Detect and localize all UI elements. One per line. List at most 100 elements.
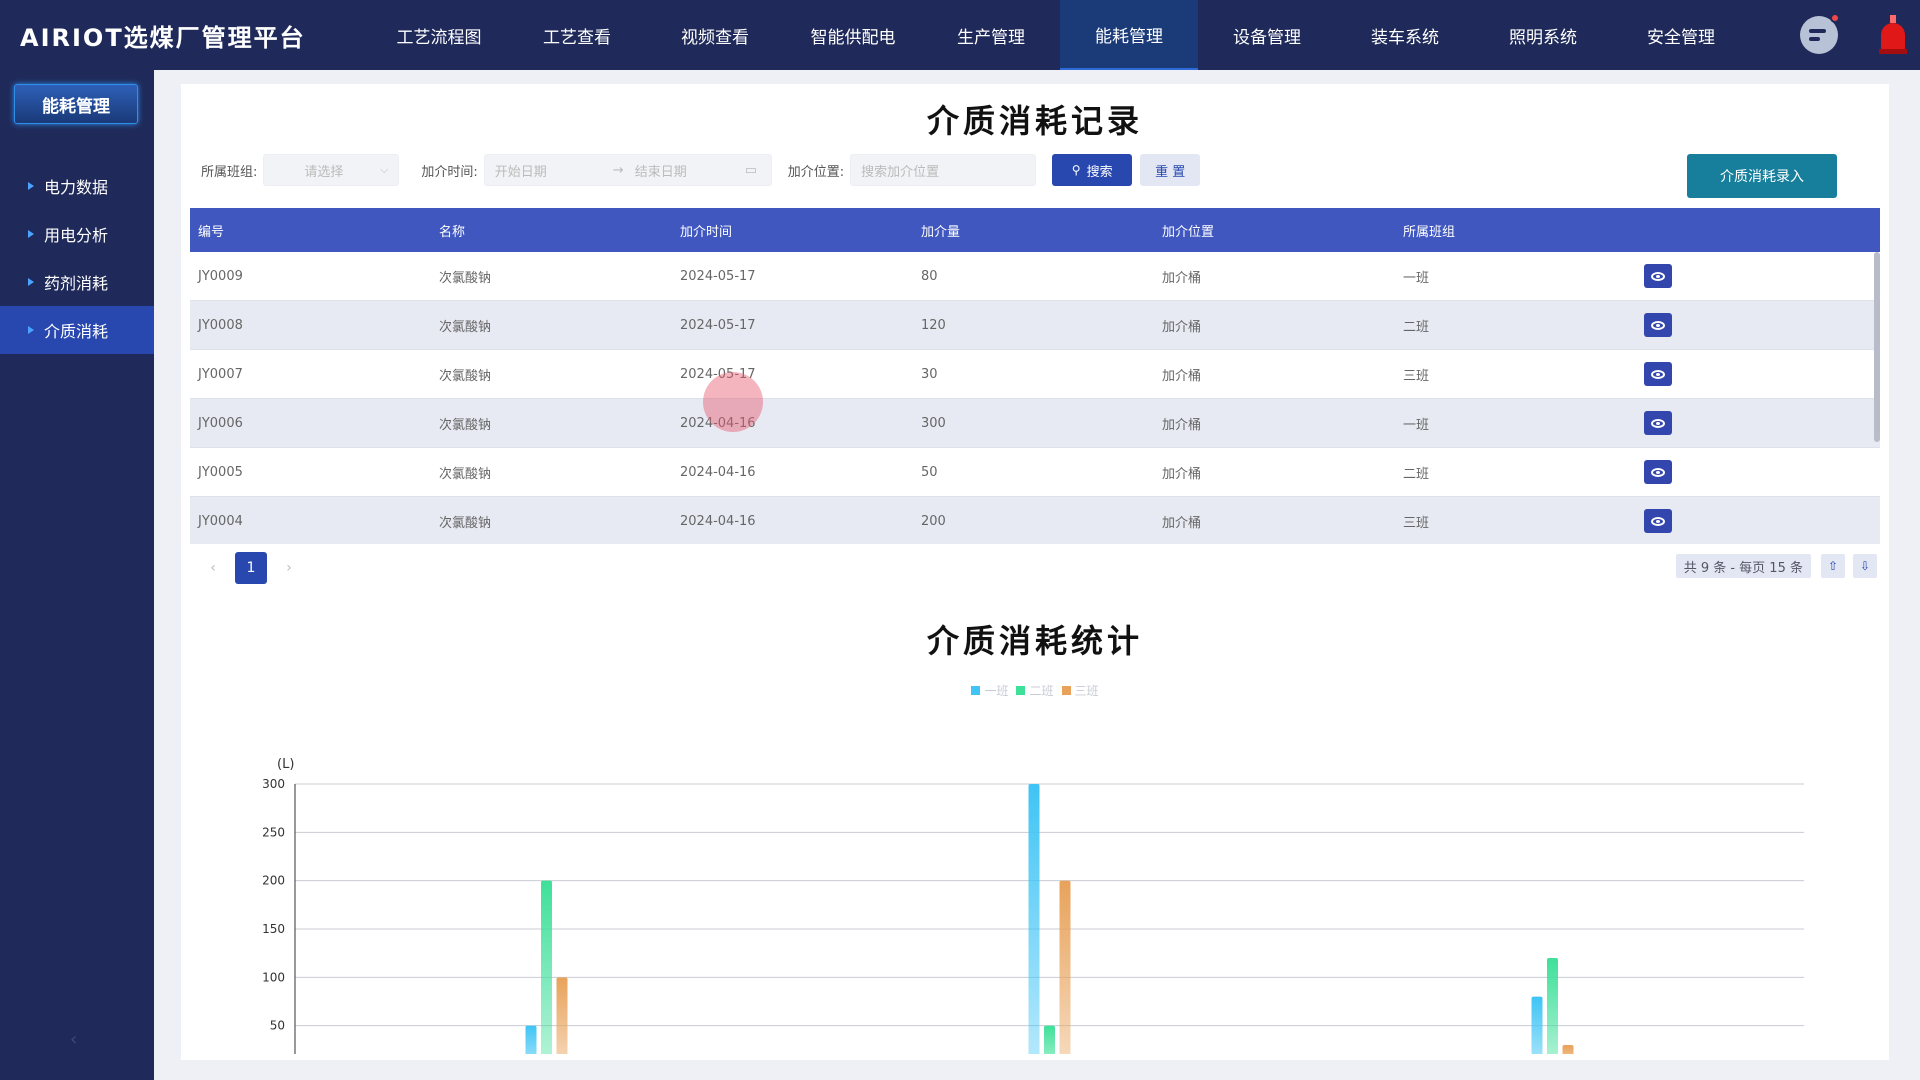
bar-三班-2024-04-15 <box>556 977 568 1054</box>
message-icon[interactable] <box>1800 13 1840 54</box>
column-header: 加介位置 <box>1162 224 1215 240</box>
bar-一班-2024-05-17 <box>1531 996 1543 1054</box>
view-button[interactable] <box>1644 411 1672 435</box>
y-tick-label: 150 <box>262 922 285 936</box>
table-cell: 次氯酸钠 <box>439 319 492 335</box>
table-row[interactable]: JY0005 次氯酸钠 2024-04-16 50 加介桶 二班 <box>190 448 1880 497</box>
table-cell: 2024-04-16 <box>680 513 756 529</box>
sidebar-item-label: 电力数据 <box>44 178 109 197</box>
column-header: 加介量 <box>921 224 961 240</box>
export-icon[interactable]: ⇧ <box>1821 554 1845 578</box>
add-consumption-button[interactable]: 介质消耗录入 <box>1687 154 1837 198</box>
bar-二班-2024-05-17 <box>1547 958 1558 1054</box>
nav-item-7[interactable]: 装车系统 <box>1336 0 1474 70</box>
table-row[interactable]: JY0008 次氯酸钠 2024-05-17 120 加介桶 二班 <box>190 301 1880 350</box>
consumption-table: 编号 名称 加介时间 加介量 加介位置 所属班组 JY0009 次氯酸钠 2024-05-17… <box>190 208 1880 544</box>
pagination: ‹ 1 › <box>201 552 301 584</box>
legend-label: 二班 <box>1029 684 1054 698</box>
prev-page-icon[interactable]: ‹ <box>201 560 225 576</box>
table-cell-action <box>1636 509 1877 533</box>
table-cell: 三班 <box>1403 515 1430 531</box>
reset-button[interactable]: 重 置 <box>1140 154 1201 186</box>
alarm-light-icon[interactable] <box>1879 15 1907 55</box>
eye-icon <box>1651 369 1665 379</box>
cursor-highlight <box>703 372 763 432</box>
nav-item-3[interactable]: 智能供配电 <box>784 0 922 70</box>
legend-item[interactable]: 二班 <box>1016 682 1054 699</box>
sidebar-item-0[interactable]: 电力数据 <box>0 162 154 210</box>
legend-item[interactable]: 三班 <box>1061 682 1099 699</box>
page-number-button[interactable]: 1 <box>235 552 267 584</box>
chart-title: 介质消耗统计 <box>926 622 1143 660</box>
collapse-sidebar-icon[interactable]: ‹ <box>70 1029 77 1050</box>
table-cell: 次氯酸钠 <box>439 417 492 433</box>
table-cell: 2024-05-17 <box>680 317 756 333</box>
table-cell: 加介桶 <box>1162 270 1202 286</box>
team-select[interactable]: 请选择 ⌵ <box>263 154 400 186</box>
end-date-input[interactable]: 结束日期 <box>635 161 745 180</box>
table-cell: 加介桶 <box>1162 466 1202 482</box>
notification-dot <box>1830 13 1840 23</box>
bar-一班-2024-04-15 <box>525 1025 537 1054</box>
time-filter-label: 加介时间: <box>421 164 478 180</box>
view-button[interactable] <box>1644 313 1672 337</box>
table-row[interactable]: JY0009 次氯酸钠 2024-05-17 80 加介桶 一班 <box>190 252 1880 301</box>
top-nav-bar: AIRIOT选煤厂管理平台 工艺流程图 工艺查看 视频查看 智能供配电 生产管理 能耗管理… <box>0 0 1920 70</box>
view-button[interactable] <box>1644 362 1672 386</box>
location-filter-label: 加介位置: <box>787 164 845 180</box>
team-filter-label: 所属班组: <box>201 164 258 180</box>
sidebar-item-3[interactable]: 介质消耗 <box>0 306 154 354</box>
nav-item-0[interactable]: 工艺流程图 <box>370 0 508 70</box>
column-header: 编号 <box>198 224 225 240</box>
eye-icon <box>1651 320 1665 330</box>
main-nav: 工艺流程图 工艺查看 视频查看 智能供配电 生产管理 能耗管理 设备管理 装车系统 照明系统 安全… <box>370 0 1750 70</box>
legend-label: 三班 <box>1074 684 1099 698</box>
nav-item-2[interactable]: 视频查看 <box>646 0 784 70</box>
legend-swatch <box>971 686 981 695</box>
y-axis-label: (L) <box>277 757 294 772</box>
start-date-input[interactable]: 开始日期 <box>495 161 613 180</box>
pagination-right: 共 9 条 - 每页 15 条 ⇧ ⇩ <box>1675 554 1885 578</box>
nav-item-6[interactable]: 设备管理 <box>1198 0 1336 70</box>
view-button[interactable] <box>1644 460 1672 484</box>
y-tick-label: 300 <box>262 777 285 791</box>
table-body: JY0009 次氯酸钠 2024-05-17 80 加介桶 一班 JY0008 次氯酸钠 202… <box>190 252 1880 544</box>
search-button[interactable]: ⚲ 搜索 <box>1052 154 1133 186</box>
table-cell-action <box>1636 313 1877 337</box>
nav-item-8[interactable]: 照明系统 <box>1474 0 1612 70</box>
table-cell: 2024-05-17 <box>680 268 756 284</box>
bar-三班-2024-04-16 <box>1059 880 1071 1054</box>
sidebar-item-label: 药剂消耗 <box>44 274 109 293</box>
table-cell-action <box>1636 264 1877 288</box>
table-cell: 2024-05-17 <box>680 366 756 382</box>
nav-item-9[interactable]: 安全管理 <box>1612 0 1750 70</box>
view-button[interactable] <box>1644 509 1672 533</box>
page-title: 介质消耗记录 <box>926 102 1143 140</box>
view-button[interactable] <box>1644 264 1672 288</box>
eye-icon <box>1651 516 1665 526</box>
table-cell: 二班 <box>1403 319 1430 335</box>
table-header: 编号 名称 加介时间 加介量 加介位置 所属班组 <box>190 208 1880 252</box>
nav-item-4[interactable]: 生产管理 <box>922 0 1060 70</box>
legend-item[interactable]: 一班 <box>971 682 1008 699</box>
table-cell: 300 <box>921 415 946 431</box>
date-range-picker[interactable]: 开始日期 → 结束日期 ▭ <box>483 154 772 186</box>
nav-item-1[interactable]: 工艺查看 <box>508 0 646 70</box>
location-search-input[interactable]: 搜索加介位置 <box>850 154 1037 186</box>
y-tick-label: 100 <box>262 970 285 984</box>
filter-bar: 所属班组: 请选择 ⌵ 加介时间: 开始日期 → 结束日期 ▭ 加介位置: 搜索… <box>201 154 1201 186</box>
table-row[interactable]: JY0007 次氯酸钠 2024-05-17 30 加介桶 三班 <box>190 350 1880 399</box>
table-cell: 加介桶 <box>1162 319 1202 335</box>
sidebar-item-1[interactable]: 用电分析 <box>0 210 154 258</box>
bar-一班-2024-04-16 <box>1028 784 1040 1054</box>
import-icon[interactable]: ⇩ <box>1853 554 1877 578</box>
table-cell: 次氯酸钠 <box>439 466 492 482</box>
table-row[interactable]: JY0004 次氯酸钠 2024-04-16 200 加介桶 三班 <box>190 497 1880 544</box>
table-scrollbar[interactable] <box>1874 252 1880 442</box>
table-cell: JY0007 <box>198 366 243 382</box>
bar-二班-2024-04-16 <box>1044 1025 1055 1054</box>
sidebar-item-2[interactable]: 药剂消耗 <box>0 258 154 306</box>
next-page-icon[interactable]: › <box>277 560 301 576</box>
table-row[interactable]: JY0006 次氯酸钠 2024-04-16 300 加介桶 一班 <box>190 399 1880 448</box>
nav-item-5[interactable]: 能耗管理 <box>1060 0 1198 70</box>
